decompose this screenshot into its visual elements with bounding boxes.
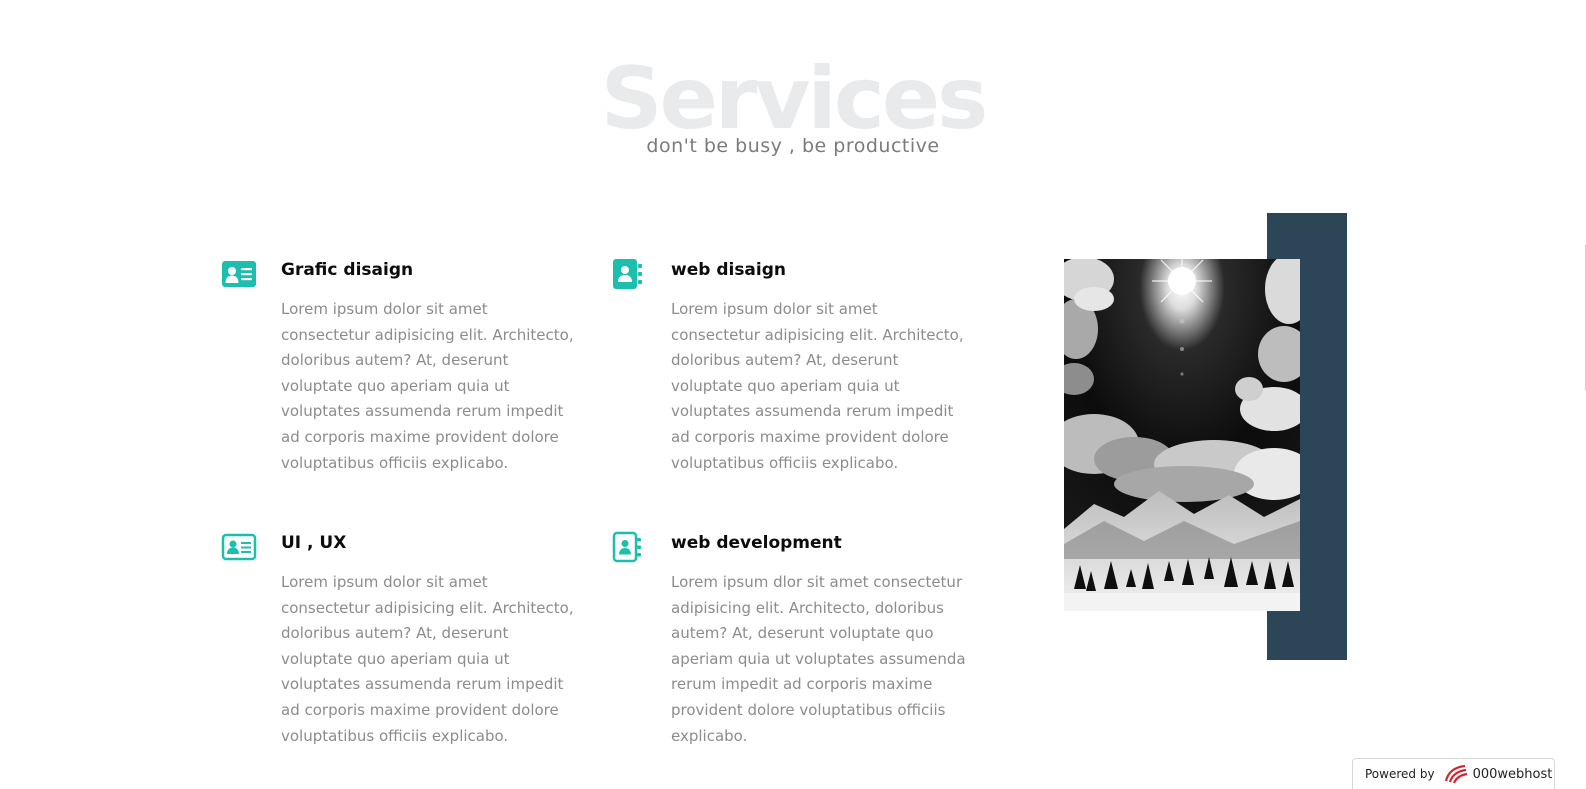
service-title: UI , UX <box>281 533 347 553</box>
service-title: Grafic disaign <box>281 260 414 280</box>
address-book-outline-icon <box>611 531 647 563</box>
services-page: Services don't be busy , be productive G… <box>0 0 1586 789</box>
section-watermark-title: Services <box>600 49 989 149</box>
webhost-brand-label: 000webhost <box>1472 766 1553 782</box>
service-description: Lorem ipsum dolor sit amet consectetur a… <box>671 300 964 472</box>
service-description: Lorem ipsum dolor sit amet consectetur a… <box>281 573 574 745</box>
id-card-outline-icon <box>221 531 257 563</box>
service-description: Lorem ipsum dlor sit amet consectetur ad… <box>671 573 966 745</box>
service-description: Lorem ipsum dolor sit amet consectetur a… <box>281 300 574 472</box>
service-title: web development <box>671 533 842 553</box>
id-card-icon <box>221 258 257 290</box>
service-title: web disaign <box>671 260 787 280</box>
address-book-icon <box>611 258 647 290</box>
section-subtitle: don't be busy , be productive <box>646 135 940 157</box>
mountain-sun-photo <box>1064 259 1300 611</box>
powered-by-label: Powered by <box>1365 767 1435 781</box>
powered-by-badge[interactable]: Powered by 000webhost <box>1352 758 1555 789</box>
webhost-logo-icon <box>1443 764 1469 784</box>
